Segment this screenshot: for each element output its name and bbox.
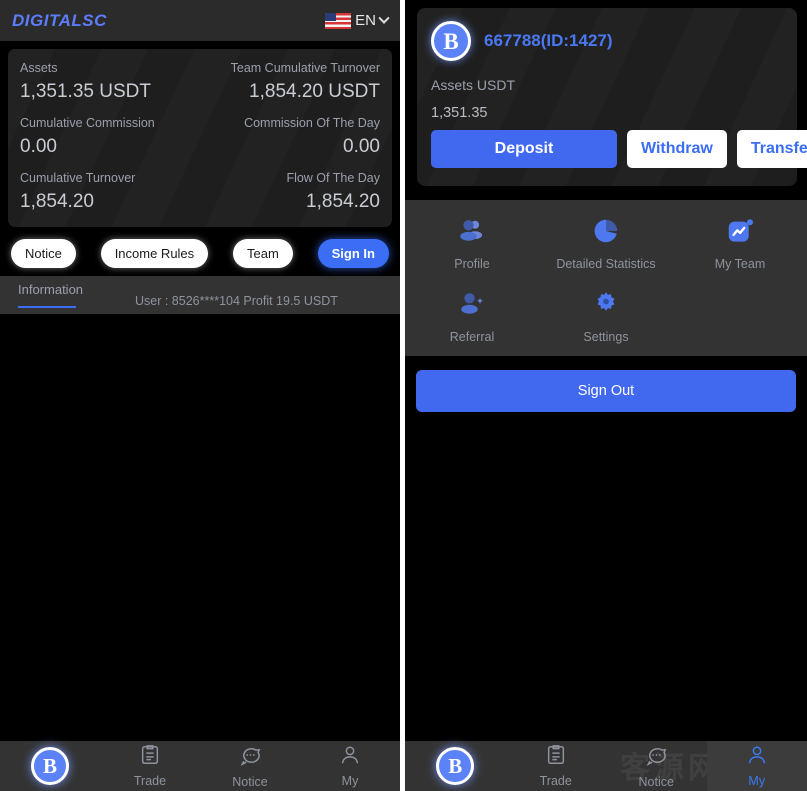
stat-label-cumulative-turnover: Cumulative Turnover	[20, 171, 136, 185]
stats-row-labels: Cumulative Commission Commission Of The …	[20, 116, 380, 130]
account-header: B 667788(ID:1427)	[431, 21, 783, 61]
menu-label-profile: Profile	[454, 257, 490, 271]
us-flag-icon	[325, 12, 352, 29]
person-icon	[746, 744, 768, 771]
menu-panel: Profile Detailed Statistics My Team Refe…	[405, 200, 807, 356]
sign-out-wrap: Sign Out	[405, 356, 807, 412]
menu-grid: Profile Detailed Statistics My Team Refe…	[405, 214, 807, 344]
people-icon	[455, 214, 489, 248]
app-logo: DIGITALSC	[12, 10, 107, 30]
person-add-icon	[455, 287, 489, 321]
account-card: B 667788(ID:1427) Assets USDT 1,351.35 D…	[417, 8, 807, 186]
clipboard-icon	[139, 744, 161, 771]
assets-label: Assets USDT	[431, 77, 516, 93]
tab-active-indicator	[18, 306, 76, 308]
gear-icon	[589, 287, 623, 321]
pie-chart-icon	[589, 214, 623, 248]
nav-label-notice: Notice	[638, 774, 674, 789]
stat-label-flow-of-the-day: Flow Of The Day	[286, 171, 380, 185]
left-panel-logged-out: DIGITALSC EN Assets Team Cumulative Turn…	[0, 0, 400, 791]
nav-item-home[interactable]: B	[405, 741, 506, 791]
stats-row-values: 0.00 0.00	[20, 130, 380, 158]
nav-label-my: My	[341, 774, 359, 788]
menu-label-settings: Settings	[583, 330, 629, 344]
menu-item-profile[interactable]: Profile	[405, 214, 539, 271]
menu-item-detailed-statistics[interactable]: Detailed Statistics	[539, 214, 673, 271]
nav-item-notice[interactable]: Notice	[200, 741, 300, 791]
nav-item-notice[interactable]: Notice	[606, 741, 707, 791]
assets-value: 1,351.35	[431, 105, 488, 121]
stat-label-commission-of-the-day: Commission Of The Day	[244, 116, 380, 130]
menu-item-referral[interactable]: Referral	[405, 287, 539, 344]
nav-item-trade[interactable]: Trade	[506, 741, 607, 791]
stat-value-flow-of-the-day: 1,854.20	[306, 191, 380, 212]
sign-in-button[interactable]: Sign In	[317, 239, 389, 268]
clipboard-icon	[545, 744, 567, 771]
nav-item-home[interactable]: B	[0, 741, 100, 791]
nav-item-trade[interactable]: Trade	[100, 741, 200, 791]
stat-value-cumulative-turnover: 1,854.20	[20, 191, 94, 212]
menu-label-my-team: My Team	[714, 257, 766, 271]
menu-label-referral: Referral	[449, 330, 495, 344]
stat-label-assets: Assets	[20, 61, 58, 75]
tab-information[interactable]: Information	[18, 282, 83, 297]
chat-bubble-icon	[239, 744, 262, 772]
nav-item-my[interactable]: My	[706, 741, 807, 791]
income-rules-button[interactable]: Income Rules	[100, 239, 209, 268]
quick-action-row: Notice Income Rules Team Sign In	[0, 235, 400, 276]
stat-value-commission-of-the-day: 0.00	[343, 136, 380, 157]
chat-bubble-icon	[645, 744, 668, 772]
bottom-nav-left: B Trade Notice My	[0, 741, 400, 791]
stat-value-assets: 1,351.35 USDT	[20, 81, 151, 102]
team-button[interactable]: Team	[233, 239, 293, 268]
notice-button[interactable]: Notice	[11, 239, 76, 268]
language-selector[interactable]: EN	[325, 12, 390, 29]
account-name: 667788(ID:1427)	[484, 31, 613, 50]
bitcoin-logo-icon: B	[431, 21, 471, 61]
left-content-area	[0, 314, 400, 791]
menu-item-settings[interactable]: Settings	[539, 287, 673, 344]
information-marquee: User : 8526****104 Profit 19.5 USDT	[135, 294, 338, 308]
bitcoin-logo-icon: B	[31, 747, 69, 785]
information-strip: Information User : 8526****104 Profit 19…	[0, 276, 400, 314]
app-header: DIGITALSC EN	[0, 0, 400, 41]
app-screen: DIGITALSC EN Assets Team Cumulative Turn…	[0, 0, 807, 791]
stats-card: Assets Team Cumulative Turnover 1,351.35…	[8, 49, 392, 227]
stat-value-team-turnover: 1,854.20 USDT	[249, 81, 380, 102]
stats-row-labels: Assets Team Cumulative Turnover	[20, 61, 380, 75]
stats-row-labels: Cumulative Turnover Flow Of The Day	[20, 171, 380, 185]
right-panel-logged-in: B 667788(ID:1427) Assets USDT 1,351.35 D…	[405, 0, 807, 791]
trend-chart-icon	[723, 214, 757, 248]
transfer-button[interactable]: Transfer	[736, 130, 807, 168]
stat-label-team-turnover: Team Cumulative Turnover	[230, 61, 380, 75]
account-action-buttons: Deposit Withdraw Transfer	[431, 130, 807, 168]
deposit-button[interactable]: Deposit	[431, 130, 617, 168]
language-label: EN	[355, 12, 376, 29]
nav-label-trade: Trade	[133, 774, 167, 788]
nav-label-notice: Notice	[232, 774, 268, 789]
chevron-down-icon	[378, 12, 390, 24]
nav-label-trade: Trade	[539, 774, 572, 788]
stats-row-values: 1,854.20 1,854.20	[20, 185, 380, 213]
stat-value-cumulative-commission: 0.00	[20, 136, 57, 157]
menu-label-detailed-statistics: Detailed Statistics	[556, 257, 656, 271]
bitcoin-logo-icon: B	[436, 747, 475, 785]
stat-label-cumulative-commission: Cumulative Commission	[20, 116, 155, 130]
sign-out-button[interactable]: Sign Out	[416, 370, 796, 412]
menu-item-my-team[interactable]: My Team	[673, 214, 807, 271]
person-icon	[339, 744, 361, 771]
nav-item-my[interactable]: My	[300, 741, 400, 791]
nav-label-my: My	[748, 774, 766, 788]
withdraw-button[interactable]: Withdraw	[627, 130, 727, 168]
bottom-nav-right: 客源网 B Trade Notice My	[405, 741, 807, 791]
stats-row-values: 1,351.35 USDT 1,854.20 USDT	[20, 75, 380, 103]
